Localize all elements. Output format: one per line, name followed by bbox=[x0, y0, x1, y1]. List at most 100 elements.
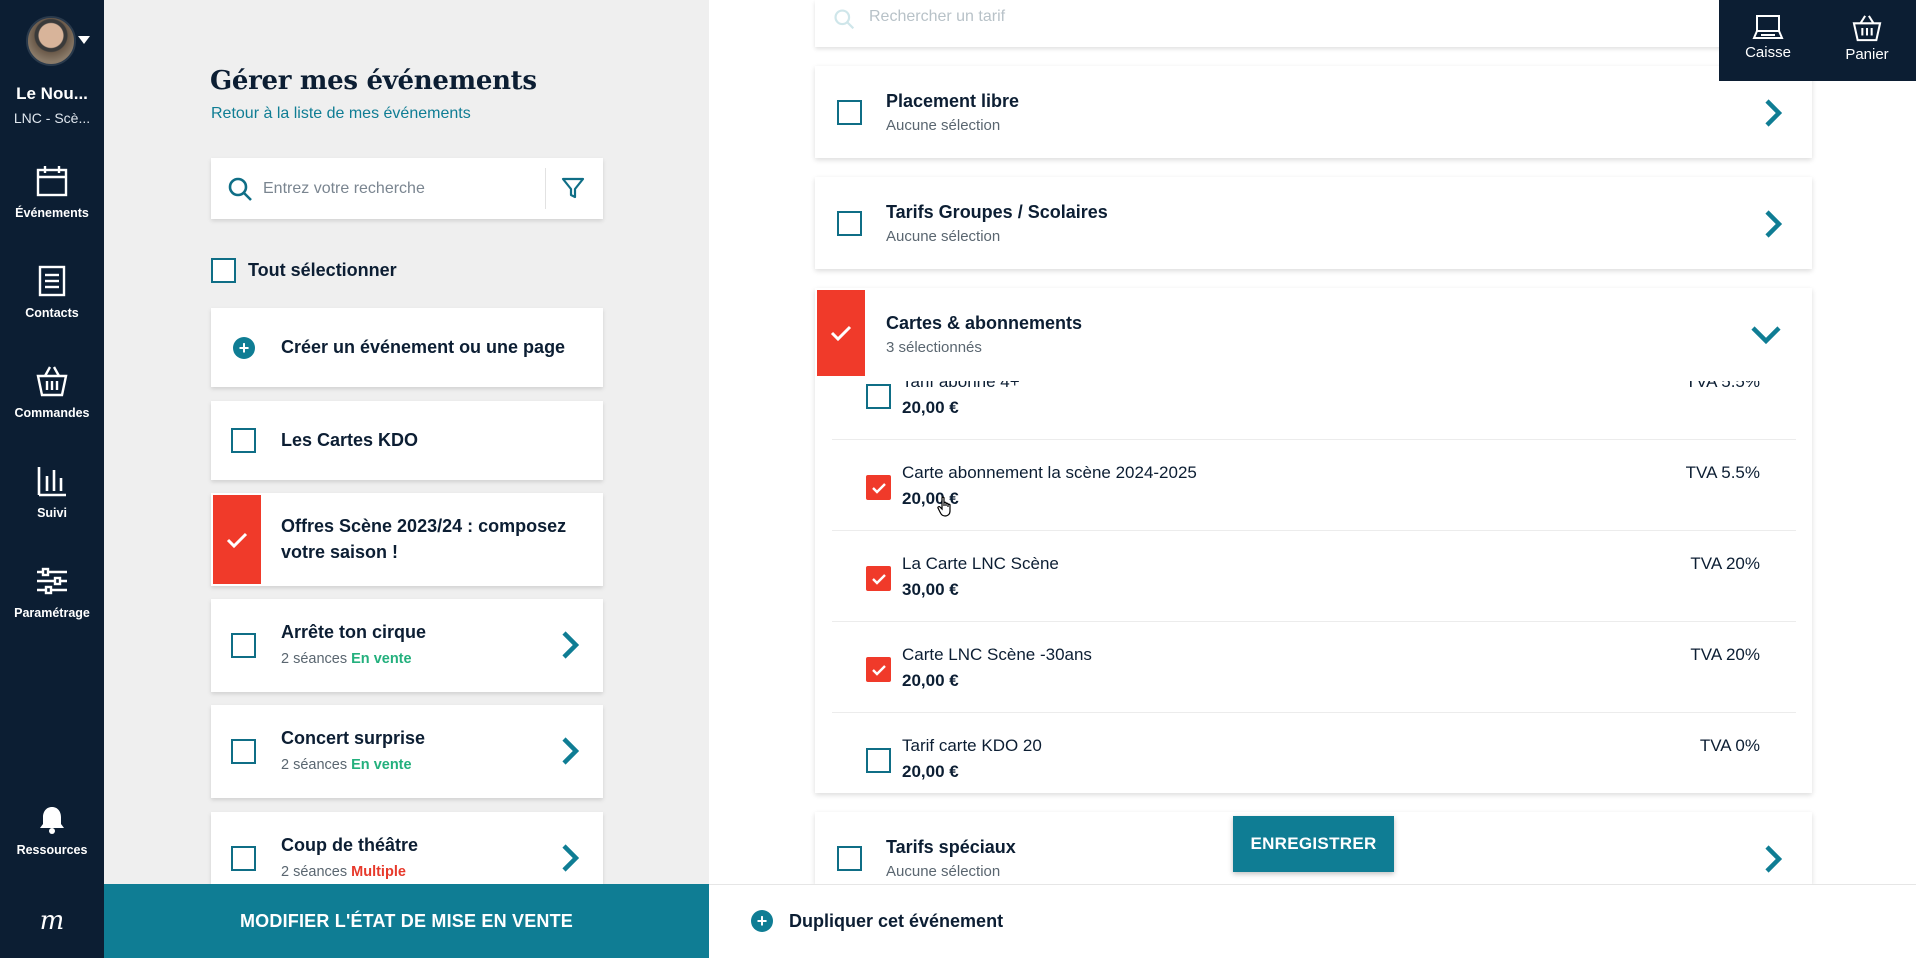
check-icon bbox=[226, 532, 248, 548]
event-checkbox[interactable] bbox=[231, 739, 256, 764]
duplicate-event-button[interactable]: + Dupliquer cet événement bbox=[751, 910, 1003, 932]
tarif-search-input[interactable] bbox=[869, 0, 1469, 34]
event-title: Offres Scène 2023/24 : composez votre sa… bbox=[281, 516, 567, 562]
tarif-price: 20,00 € bbox=[902, 671, 959, 690]
tarif-group-checkbox[interactable] bbox=[837, 100, 862, 125]
event-checkbox[interactable] bbox=[231, 428, 256, 453]
event-meta: 2 séances En vente bbox=[281, 651, 412, 667]
hand-cursor-icon bbox=[937, 496, 951, 517]
tarif-group-title: Tarifs Groupes / Scolaires bbox=[886, 202, 1108, 222]
event-title: Les Cartes KDO bbox=[281, 430, 419, 450]
tarif-item[interactable]: Carte abonnement la scène 2024-2025 20,0… bbox=[832, 441, 1796, 531]
tarif-tva: TVA 20% bbox=[1690, 554, 1760, 573]
tarif-name: Tarif carte KDO 20 bbox=[902, 736, 1042, 755]
check-icon bbox=[830, 325, 852, 342]
bottom-bar: + Dupliquer cet événement bbox=[709, 884, 1916, 958]
chevron-right-icon[interactable] bbox=[1764, 98, 1782, 128]
duplicate-event-label: Dupliquer cet événement bbox=[789, 910, 1004, 931]
sliders-icon bbox=[37, 567, 67, 595]
tarif-item[interactable]: Tarif carte KDO 20 20,00 € TVA 0% bbox=[832, 714, 1796, 804]
tarif-group[interactable]: Tarifs Groupes / Scolaires Aucune sélect… bbox=[815, 177, 1812, 269]
tarif-group-checkbox[interactable] bbox=[837, 846, 862, 871]
tarif-item[interactable]: Carte LNC Scène -30ans 20,00 € TVA 20% bbox=[832, 623, 1796, 713]
caret-down-icon[interactable] bbox=[78, 36, 90, 44]
tarif-group-title[interactable]: Cartes & abonnements bbox=[886, 313, 1082, 334]
calendar-icon bbox=[36, 166, 68, 197]
basket-icon bbox=[36, 366, 68, 397]
cash-register-icon bbox=[1752, 15, 1784, 39]
tarif-item[interactable]: La Carte LNC Scène 30,00 € TVA 20% bbox=[832, 532, 1796, 622]
chevron-right-icon[interactable] bbox=[1764, 209, 1782, 239]
panier-button[interactable]: Panier bbox=[1818, 14, 1916, 63]
filter-icon[interactable] bbox=[561, 176, 585, 200]
event-sessions: 2 séances bbox=[281, 651, 348, 667]
tarif-checkbox-checked[interactable] bbox=[866, 475, 891, 500]
caisse-label: Caisse bbox=[1745, 44, 1791, 61]
sidebar-item-label: Événements bbox=[15, 206, 89, 220]
top-toolbar: Caisse Panier bbox=[1719, 0, 1916, 81]
caisse-button[interactable]: Caisse bbox=[1719, 14, 1817, 61]
event-checkbox[interactable] bbox=[231, 846, 256, 871]
select-all-checkbox[interactable] bbox=[211, 257, 236, 283]
bar-chart-icon bbox=[37, 467, 66, 497]
event-sessions: 2 séances bbox=[281, 864, 348, 880]
chevron-right-icon[interactable] bbox=[561, 736, 579, 766]
event-card[interactable]: Concert surprise 2 séances En vente bbox=[211, 705, 603, 798]
event-checkbox-checked[interactable] bbox=[213, 495, 261, 584]
chevron-right-icon[interactable] bbox=[561, 630, 579, 660]
event-sessions: 2 séances bbox=[281, 757, 348, 773]
status-badge: Multiple bbox=[351, 864, 406, 880]
panier-label: Panier bbox=[1845, 46, 1889, 63]
plus-icon: + bbox=[751, 910, 773, 932]
event-search-input[interactable] bbox=[263, 158, 543, 219]
tarif-checkbox-checked[interactable] bbox=[866, 566, 891, 591]
event-meta: 2 séances En vente bbox=[281, 757, 412, 773]
chevron-down-icon[interactable] bbox=[1750, 324, 1782, 346]
tarif-checkbox-checked[interactable] bbox=[866, 657, 891, 682]
event-card[interactable]: Arrête ton cirque 2 séances En vente bbox=[211, 599, 603, 692]
sidebar-item-parametrage[interactable]: Paramétrage bbox=[0, 564, 104, 622]
sidebar-item-commandes[interactable]: Commandes bbox=[0, 364, 104, 422]
tarif-group-checkbox[interactable] bbox=[837, 211, 862, 236]
create-event-card[interactable]: + Créer un événement ou une page bbox=[211, 308, 603, 387]
tarif-name: Carte LNC Scène -30ans bbox=[902, 645, 1092, 664]
tarif-search-box bbox=[815, 0, 1815, 47]
event-card[interactable]: Coup de théâtre 2 séances Multiple bbox=[211, 812, 603, 884]
tarif-name: La Carte LNC Scène bbox=[902, 554, 1059, 573]
avatar[interactable] bbox=[26, 16, 76, 66]
sidebar-item-suivi[interactable]: Suivi bbox=[0, 464, 104, 522]
sidebar-item-label: Commandes bbox=[14, 406, 90, 420]
tarif-tva: TVA 20% bbox=[1690, 645, 1760, 664]
sidebar-item-label: Suivi bbox=[37, 506, 67, 520]
plus-icon: + bbox=[233, 337, 255, 359]
tarif-group-title: Tarifs spéciaux bbox=[886, 837, 1016, 857]
save-button[interactable]: ENREGISTRER bbox=[1233, 816, 1394, 872]
chevron-right-icon[interactable] bbox=[561, 843, 579, 873]
app-logo[interactable]: m bbox=[0, 906, 104, 936]
modify-sale-state-button[interactable]: MODIFIER L'ÉTAT DE MISE EN VENTE bbox=[104, 884, 709, 958]
sidebar-item-evenements[interactable]: Événements bbox=[0, 164, 104, 222]
event-title: Concert surprise bbox=[281, 728, 426, 748]
tarif-checkbox[interactable] bbox=[866, 748, 891, 773]
tarif-group-subtitle: Aucune sélection bbox=[886, 228, 1001, 245]
tarif-checkbox[interactable] bbox=[866, 384, 891, 409]
event-card[interactable]: Les Cartes KDO bbox=[211, 401, 603, 480]
account-menu[interactable] bbox=[26, 16, 96, 66]
tarif-group[interactable]: Placement libre Aucune sélection bbox=[815, 66, 1812, 158]
tarif-name: Carte abonnement la scène 2024-2025 bbox=[902, 463, 1197, 482]
chevron-right-icon[interactable] bbox=[1764, 844, 1782, 874]
sidebar-item-contacts[interactable]: Contacts bbox=[0, 264, 104, 322]
status-badge: En vente bbox=[351, 757, 412, 773]
select-all[interactable]: Tout sélectionner bbox=[211, 257, 397, 283]
event-checkbox[interactable] bbox=[231, 633, 256, 658]
sidebar-item-ressources[interactable]: Ressources bbox=[0, 805, 104, 859]
back-to-events-link[interactable]: Retour à la liste de mes événements bbox=[211, 105, 471, 123]
sidebar-item-label: Ressources bbox=[16, 843, 88, 857]
event-meta: 2 séances Multiple bbox=[281, 864, 406, 880]
check-icon bbox=[871, 664, 886, 676]
tarif-item[interactable]: Tarif abonné 4+ 20,00 € TVA 5.5% bbox=[832, 350, 1796, 440]
event-card-selected[interactable]: Offres Scène 2023/24 : composez votre sa… bbox=[211, 493, 603, 586]
tarif-price: 30,00 € bbox=[902, 580, 959, 599]
tarif-price: 20,00 € bbox=[902, 398, 959, 417]
tarif-tva: TVA 5.5% bbox=[1685, 372, 1760, 391]
